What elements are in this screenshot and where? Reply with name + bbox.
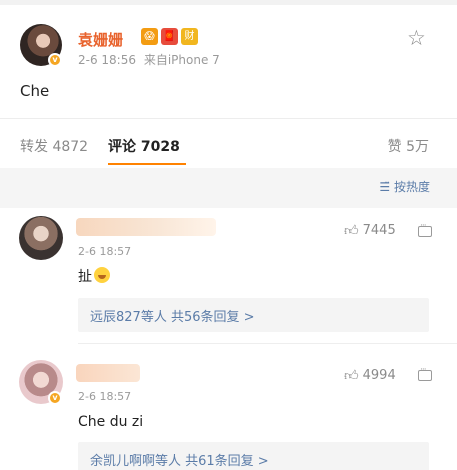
post-meta: 2-6 18:56 来自iPhone 7 <box>78 51 220 68</box>
verified-badge-icon: v <box>48 391 62 405</box>
post-author-name[interactable]: 袁姗姗 <box>78 29 123 50</box>
post-stats-tabbar: 转发 4872 评论 7028 赞 5万 <box>0 126 457 165</box>
laughing-emoji-icon <box>94 267 110 283</box>
thumbs-up-icon: 👍︎ <box>344 368 359 384</box>
favorite-star-icon[interactable]: ☆ <box>407 28 426 49</box>
sort-icon: ☰̈ <box>379 180 391 194</box>
sort-bar: ☰̈ 按热度 <box>0 168 457 208</box>
active-tab-underline <box>108 163 186 165</box>
post-text: Che <box>20 82 50 100</box>
comment-text: Che du zi <box>78 414 144 430</box>
comment-like-count: 7445 <box>362 223 396 238</box>
post-source: 来自iPhone 7 <box>143 53 220 67</box>
comment-like-count: 4994 <box>362 368 396 383</box>
reply-summary-link[interactable]: 远辰827等人 共56条回复 > <box>90 306 255 325</box>
commenter-avatar[interactable] <box>19 216 63 260</box>
author-badges: 😱 🧧 财 <box>141 28 198 45</box>
top-separator <box>0 0 457 5</box>
sort-by-hot-button[interactable]: ☰̈ 按热度 <box>379 178 430 195</box>
comment-reply-icon[interactable] <box>418 221 432 237</box>
tab-comment[interactable]: 评论 7028 <box>108 136 180 156</box>
verified-badge-icon: v <box>48 53 62 67</box>
reply-summary-box[interactable]: 远辰827等人 共56条回复 > <box>78 298 429 332</box>
divider <box>0 118 457 119</box>
comment-like-button[interactable]: 👍︎ 4994 <box>344 367 396 384</box>
thumbs-up-icon: 👍︎ <box>344 223 359 239</box>
reply-summary-box[interactable]: 余凯儿啊啊等人 共61条回复 > <box>78 442 429 470</box>
tab-like[interactable]: 赞 5万 <box>388 136 429 156</box>
badge-fortune-icon: 财 <box>181 28 198 45</box>
comment-text: 扯 <box>78 266 110 286</box>
badge-redpacket-icon: 🧧 <box>161 28 178 45</box>
comment-time: 2-6 18:57 <box>78 245 132 258</box>
tab-repost[interactable]: 转发 4872 <box>20 136 88 156</box>
comment-reply-icon[interactable] <box>418 365 432 381</box>
reply-summary-link[interactable]: 余凯儿啊啊等人 共61条回复 > <box>90 450 269 469</box>
post-time: 2-6 18:56 <box>78 53 136 67</box>
comment-divider <box>78 343 457 344</box>
commenter-name-blurred[interactable] <box>76 364 140 382</box>
comment-like-button[interactable]: 👍︎ 7445 <box>344 222 396 239</box>
sort-label: 按热度 <box>393 180 430 194</box>
badge-emoji-icon: 😱 <box>141 28 158 45</box>
comment-text-content: 扯 <box>78 269 92 285</box>
commenter-name-blurred[interactable] <box>76 218 216 236</box>
comment-time: 2-6 18:57 <box>78 390 132 403</box>
